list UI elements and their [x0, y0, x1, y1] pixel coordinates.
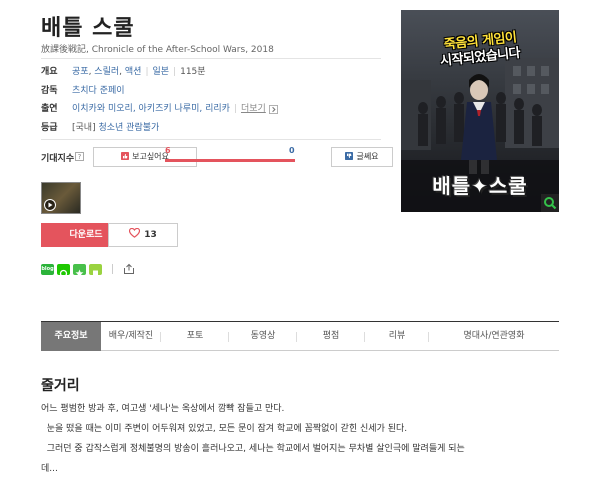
video-thumbnail[interactable] [41, 182, 81, 214]
rating-prefix: [국내] [72, 123, 96, 133]
nah-count: 0 [289, 146, 295, 155]
want-ratio-bar [165, 159, 295, 162]
cast-links[interactable]: 이치카와 미오리, 아키즈키 나루미, 리리카 [72, 101, 230, 117]
share-bar: blog [41, 262, 135, 277]
tab-main-info[interactable]: 주요정보 [41, 322, 101, 351]
synopsis-line: 그러던 중 갑작스럽게 정체불명의 방송이 흘러나오고, 세나는 학교에서 벌어… [41, 444, 465, 454]
divider [112, 264, 113, 274]
thumbs-down-icon [345, 152, 354, 160]
director-link[interactable]: 츠치다 준페이 [72, 83, 125, 99]
magnify-icon[interactable] [541, 194, 559, 212]
info-row-genre: 개요 공포, 스릴러, 액션 | 일본 | 115분 [41, 64, 206, 80]
expect-label: 기대지수 [41, 154, 75, 164]
synopsis-line: 데... [41, 464, 58, 474]
info-row-director: 감독 츠치다 준페이 [41, 83, 125, 99]
synopsis-heading: 줄거리 [41, 378, 80, 394]
memo-share-icon[interactable] [89, 263, 102, 276]
cast-label: 출연 [41, 104, 58, 114]
want-count: 6 [165, 146, 171, 155]
director-label: 감독 [41, 86, 58, 96]
genre-label: 개요 [41, 67, 58, 77]
heart-icon [129, 228, 141, 238]
genre-link-action[interactable]: 액션 [125, 64, 142, 80]
tab-quotes-related[interactable]: 명대사/연관영화 [429, 322, 559, 351]
synopsis-text: 어느 평범한 방과 후, 여고생 '세나'는 옥상에서 깜빡 잠들고 만다. 눈… [41, 399, 561, 479]
want-to-see-button[interactable]: 보고싶어요 [93, 147, 197, 167]
nah-label: 글쎄요 [356, 152, 379, 161]
more-cast-link[interactable]: 더보기 [241, 101, 266, 117]
rating-link[interactable]: 청소년 관람불가 [98, 120, 159, 136]
synopsis-line: 어느 평범한 방과 후, 여고생 '세나'는 옥상에서 깜빡 잠들고 만다. [41, 404, 285, 414]
country-link[interactable]: 일본 [152, 64, 169, 80]
thumbs-up-icon [121, 152, 130, 160]
info-row-rating: 등급 [국내] 청소년 관람불가 [41, 120, 159, 136]
tab-review[interactable]: 리뷰 [365, 322, 429, 351]
blog-share-icon[interactable]: blog [41, 263, 54, 275]
rating-label: 등급 [41, 123, 58, 133]
synopsis-line: 눈을 떴을 때는 이미 주변이 어두워져 있었고, 모든 문이 잠겨 학교에 꼼… [41, 424, 408, 434]
tab-score[interactable]: 평점 [297, 322, 365, 351]
info-tabs: 주요정보 배우/제작진 포토 동영상 평점 리뷰 명대사/연관영화 [41, 321, 559, 351]
genre-link-thriller[interactable]: 스릴러 [94, 64, 119, 80]
divider [41, 139, 381, 140]
info-row-cast: 출연 이치카와 미오리, 아키즈키 나루미, 리리카 | 더보기 [41, 101, 278, 117]
like-button[interactable]: 13 [108, 223, 178, 247]
movie-subtitle: 放課後戦記, Chronicle of the After-School War… [41, 45, 274, 55]
play-icon [44, 199, 56, 211]
movie-title: 배틀 스쿨 [41, 16, 135, 41]
cafe-share-icon[interactable] [57, 263, 70, 277]
movie-poster[interactable]: 죽음의 게임이 시작되었습니다 배틀✦스쿨 [401, 10, 559, 212]
like-count: 13 [144, 230, 157, 240]
runtime: 115분 [180, 67, 206, 77]
tab-cast-crew[interactable]: 배우/제작진 [101, 322, 161, 351]
tab-photo[interactable]: 포토 [161, 322, 229, 351]
arrow-right-icon [268, 104, 278, 114]
not-sure-button[interactable]: 글쎄요 [331, 147, 393, 167]
star-share-icon[interactable] [73, 263, 86, 277]
divider [41, 58, 381, 59]
genre-link-horror[interactable]: 공포 [72, 64, 89, 80]
poster-title: 배틀✦스쿨 [432, 174, 528, 198]
help-icon[interactable]: ? [75, 152, 84, 161]
expectation-panel: 기대지수 ? 보고싶어요 6 0 글쎄요 [41, 146, 393, 169]
tab-video[interactable]: 동영상 [229, 322, 297, 351]
share-icon[interactable] [123, 263, 135, 275]
want-label: 보고싶어요 [132, 152, 169, 161]
